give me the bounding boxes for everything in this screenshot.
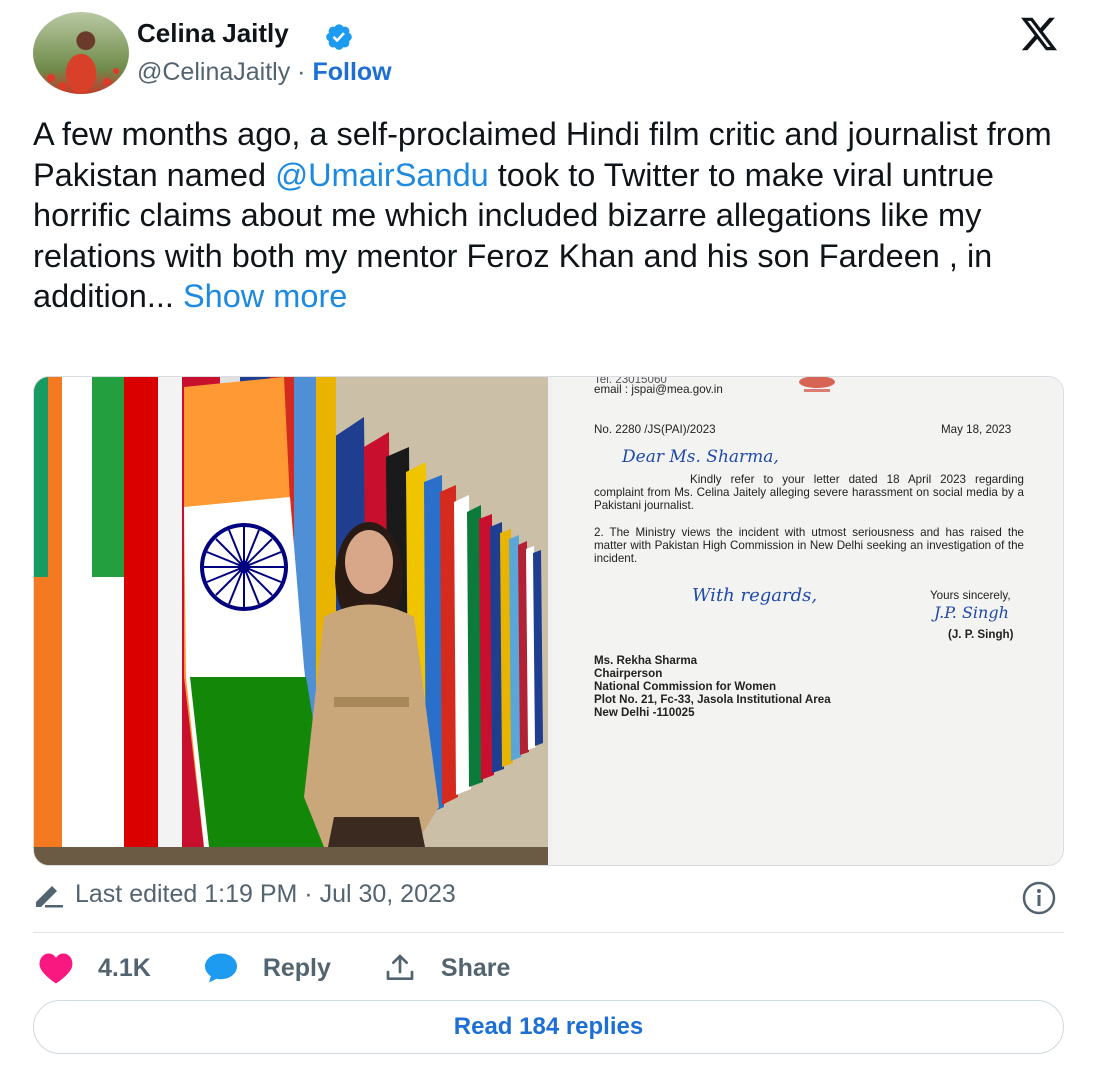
- media-grid: Tel. 23015060 email : jspai@mea.gov.in N…: [33, 376, 1064, 866]
- doc-addressee-line: Ms. Rekha Sharma: [594, 654, 698, 667]
- doc-regards: With regards,: [692, 585, 818, 606]
- reply-button[interactable]: Reply: [203, 952, 331, 984]
- mention-link[interactable]: @UmairSandu: [275, 157, 489, 193]
- doc-signature: J.P. Singh: [934, 603, 1009, 622]
- handle-separator: ·: [297, 58, 306, 86]
- reply-label: Reply: [262, 953, 331, 982]
- author-name[interactable]: Celina Jaitly: [137, 18, 289, 49]
- doc-addressee-line: Chairperson: [594, 667, 663, 680]
- doc-ref-number: No. 2280 /JS(PAI)/2023: [594, 423, 716, 436]
- last-edited[interactable]: Last edited 1:19 PM · Jul 30, 2023: [33, 880, 456, 909]
- share-label: Share: [440, 953, 511, 982]
- doc-paragraph-2: 2. The Ministry views the incident with …: [594, 526, 1024, 565]
- doc-addressee-line: National Commission for Women: [594, 680, 777, 693]
- share-upload-icon: [386, 954, 414, 980]
- doc-paragraph-1: Kindly refer to your letter dated 18 Apr…: [594, 473, 1024, 512]
- doc-addressee-line: Plot No. 21, Fc-33, Jasola Institutional…: [594, 693, 831, 706]
- reply-bubble-icon: [204, 953, 237, 983]
- share-button[interactable]: Share: [383, 952, 510, 984]
- emblem-seal-icon: [799, 377, 835, 392]
- follow-button[interactable]: Follow: [312, 58, 391, 86]
- heart-icon: [39, 953, 73, 984]
- photo-flags-image[interactable]: [34, 377, 548, 865]
- verified-badge-icon: [326, 24, 352, 50]
- doc-signatory: (J. P. Singh): [948, 628, 1014, 641]
- doc-salutation: Dear Ms. Sharma,: [622, 447, 779, 467]
- read-replies-button[interactable]: Read 184 replies: [33, 1000, 1064, 1054]
- avatar[interactable]: [33, 12, 129, 94]
- divider: [33, 932, 1064, 933]
- action-bar: 4.1K Reply Share: [38, 948, 562, 988]
- author-handle[interactable]: @CelinaJaitly: [137, 58, 290, 86]
- flags-photo-illustration: [34, 377, 548, 865]
- doc-closing: Yours sincerely,: [930, 589, 1011, 602]
- tweet-text: A few months ago, a self-proclaimed Hind…: [33, 114, 1073, 317]
- info-icon[interactable]: [1021, 880, 1057, 916]
- doc-date: May 18, 2023: [941, 423, 1012, 436]
- x-logo-icon[interactable]: [1016, 14, 1062, 54]
- show-more-link[interactable]: Show more: [183, 278, 347, 314]
- like-button[interactable]: 4.1K: [38, 952, 151, 984]
- tweet-card: Celina Jaitly @CelinaJaitly · Follow A f…: [0, 0, 1095, 1076]
- doc-addressee-line: New Delhi -110025: [594, 706, 695, 719]
- doc-email: email : jspai@mea.gov.in: [594, 383, 723, 396]
- handle-row: @CelinaJaitly · Follow: [137, 58, 392, 87]
- last-edited-text: Last edited 1:19 PM · Jul 30, 2023: [75, 880, 456, 908]
- letter-document-image[interactable]: Tel. 23015060 email : jspai@mea.gov.in N…: [552, 377, 1063, 865]
- pencil-icon: [36, 885, 63, 907]
- like-count: 4.1K: [98, 953, 151, 982]
